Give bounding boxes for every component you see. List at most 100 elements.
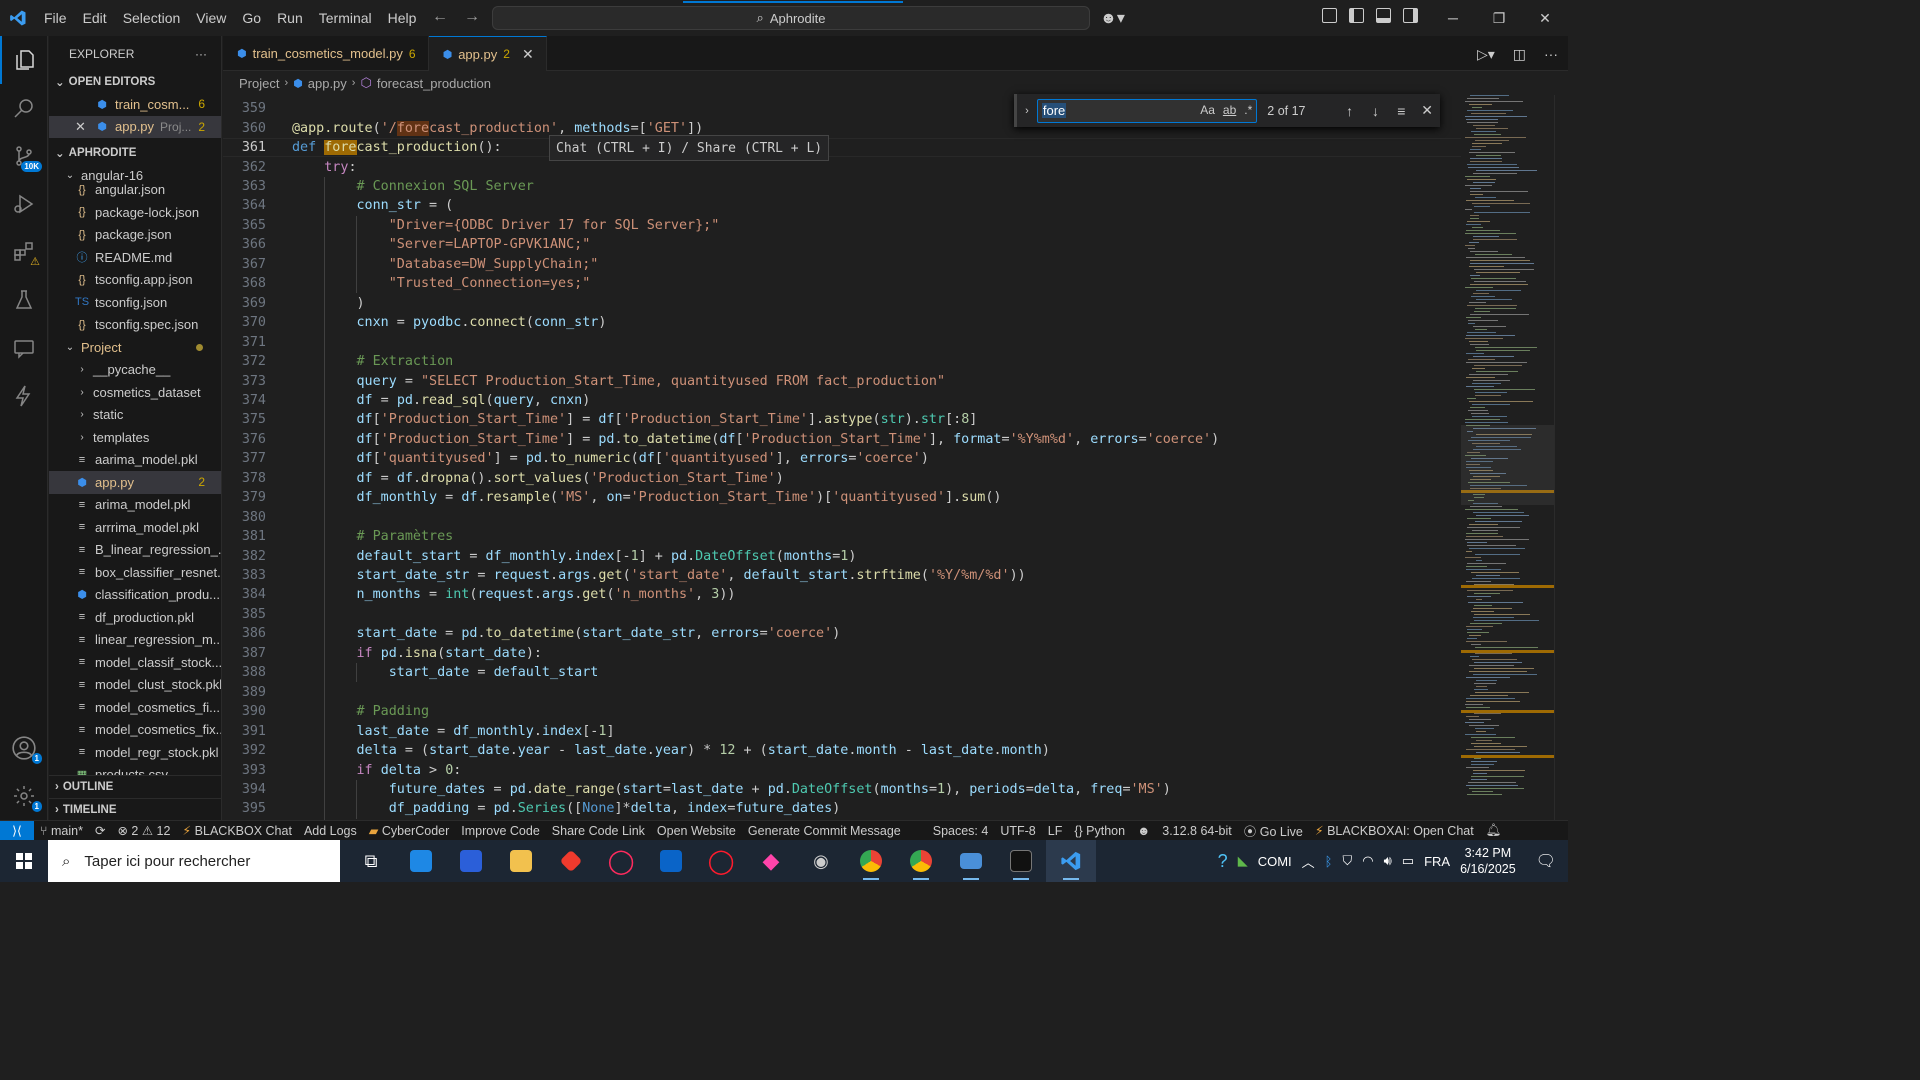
code-line[interactable]: 392 delta = (start_date.year - last_date… xyxy=(223,741,1461,760)
code-line[interactable]: 394 future_dates = pd.date_range(start=l… xyxy=(223,780,1461,799)
security-shield-icon[interactable]: ⛉ xyxy=(1342,853,1352,869)
more-actions-icon[interactable]: ··· xyxy=(195,47,207,61)
file-item[interactable]: ≡ arrrima_model.pkl xyxy=(49,516,221,539)
close-window-icon[interactable]: ✕ xyxy=(1522,0,1568,36)
command-center[interactable]: ⌕ Aphrodite xyxy=(492,1,1090,30)
code-line[interactable]: 369 ) xyxy=(223,294,1461,313)
improve-code-button[interactable]: Improve Code xyxy=(455,824,546,838)
code-editor[interactable]: 359 360 @app.route('/forecast_production',… xyxy=(223,95,1461,820)
source-control-icon[interactable]: 10K xyxy=(0,132,48,180)
run-file-icon[interactable]: ▷▾ xyxy=(1477,46,1495,63)
eol-indicator[interactable]: LF xyxy=(1042,824,1069,838)
file-item[interactable]: ≡ aarima_model.pkl xyxy=(49,449,221,472)
code-line[interactable]: 370 cnxn = pyodbc.connect(conn_str) xyxy=(223,313,1461,332)
go-live-button[interactable]: ⦿ Go Live xyxy=(1238,821,1309,840)
code-line[interactable]: 378 df = df.dropna().sort_values('Produc… xyxy=(223,469,1461,488)
settings-gear-icon[interactable]: 1 xyxy=(0,772,48,820)
menu-view[interactable]: View xyxy=(188,0,234,36)
generate-commit-message-button[interactable]: Generate Commit Message xyxy=(742,824,907,838)
code-line[interactable]: 374 df = pd.read_sql(query, cnxn) xyxy=(223,391,1461,410)
copilot-icon[interactable]: ☻▾ xyxy=(1100,8,1125,28)
customize-layout-icon[interactable] xyxy=(1322,8,1337,23)
menu-file[interactable]: File xyxy=(36,0,75,36)
code-line[interactable]: 366 "Server=LAPTOP-GPVK1ANC;" xyxy=(223,235,1461,254)
opera-icon[interactable]: ◯ xyxy=(696,840,746,882)
workspace-section[interactable]: ⌄ APHRODITE xyxy=(49,142,221,164)
file-item[interactable]: {} package-lock.json xyxy=(49,201,221,224)
code-line[interactable]: 368 "Trusted_Connection=yes;" xyxy=(223,274,1461,293)
taskbar-search[interactable]: ⌕ Taper ici pour rechercher xyxy=(48,840,340,882)
keyboard-language[interactable]: FRA xyxy=(1424,854,1450,869)
testing-icon[interactable] xyxy=(0,276,48,324)
language-mode[interactable]: {} Python xyxy=(1068,824,1131,838)
vertical-scrollbar[interactable] xyxy=(1554,95,1568,820)
toggle-panel-icon[interactable] xyxy=(1376,8,1391,23)
minimize-icon[interactable]: ─ xyxy=(1430,0,1476,36)
code-line[interactable]: 367 "Database=DW_SupplyChain;" xyxy=(223,255,1461,274)
code-line[interactable]: 371 xyxy=(223,332,1461,351)
code-line[interactable]: 393 if delta > 0: xyxy=(223,760,1461,779)
restore-icon[interactable]: ❐ xyxy=(1476,0,1522,36)
menu-edit[interactable]: Edit xyxy=(75,0,115,36)
help-icon[interactable]: ? xyxy=(1218,851,1228,872)
bluetooth-icon[interactable]: ᛒ xyxy=(1325,854,1333,869)
run-debug-icon[interactable] xyxy=(0,180,48,228)
breadcrumb-item[interactable]: app.py xyxy=(308,76,347,91)
problems-indicator[interactable]: ⊗ 2 ⚠ 12 xyxy=(111,823,176,838)
blackboxai-open-chat[interactable]: ⚡ BLACKBOXAI: Open Chat xyxy=(1309,823,1480,838)
anydesk-icon[interactable] xyxy=(546,840,596,882)
start-button[interactable] xyxy=(0,840,48,882)
file-item[interactable]: {} tsconfig.app.json xyxy=(49,269,221,292)
next-match-icon[interactable]: ↓ xyxy=(1363,103,1389,119)
file-item[interactable]: ≡ arima_model.pkl xyxy=(49,494,221,517)
menu-terminal[interactable]: Terminal xyxy=(311,0,380,36)
file-item[interactable]: ≡ box_classifier_resnet... xyxy=(49,561,221,584)
notification-center-icon[interactable]: 🗨︎ xyxy=(1536,851,1556,871)
code-line[interactable]: 389 xyxy=(223,683,1461,702)
file-item[interactable]: ≡ model_cosmetics_fix... xyxy=(49,719,221,742)
code-line[interactable]: 386 start_date = pd.to_datetime(start_da… xyxy=(223,624,1461,643)
toggle-primary-sidebar-icon[interactable] xyxy=(1349,8,1364,23)
code-line[interactable]: 387 if pd.isna(start_date): xyxy=(223,644,1461,663)
accounts-icon[interactable]: 1 xyxy=(0,724,48,772)
open-website-button[interactable]: Open Website xyxy=(651,824,742,838)
code-line[interactable]: 380 xyxy=(223,507,1461,526)
folder-item[interactable]: › templates xyxy=(49,426,221,449)
tab-app-py[interactable]: ⬢ app.py 2 ✕ xyxy=(428,36,547,71)
sync-icon[interactable]: ⟳ xyxy=(89,823,111,838)
file-item[interactable]: ≡ model_classif_stock.... xyxy=(49,651,221,674)
extensions-icon[interactable]: ⚠ xyxy=(0,228,48,276)
minimap-viewport[interactable] xyxy=(1461,425,1554,505)
breadcrumb-item[interactable]: Project xyxy=(239,76,279,91)
file-item[interactable]: {} angular.json xyxy=(49,179,221,202)
match-whole-word-toggle[interactable]: ab xyxy=(1223,103,1236,117)
code-line[interactable]: 364 conn_str = ( xyxy=(223,196,1461,215)
tab-train-cosmetics-model[interactable]: ⬢ train_cosmetics_model.py 6 xyxy=(223,36,429,71)
close-icon[interactable]: ✕ xyxy=(75,119,95,135)
remote-indicator-icon[interactable]: ⟩⟨ xyxy=(0,820,34,841)
camera-icon[interactable]: ◉ xyxy=(796,840,846,882)
folder-item[interactable]: › static xyxy=(49,404,221,427)
code-line[interactable]: 362 try: xyxy=(223,157,1461,176)
file-item[interactable]: ⬢ classification_produ... xyxy=(49,584,221,607)
chrome-profile-icon[interactable] xyxy=(896,840,946,882)
indentation-indicator[interactable]: Spaces: 4 xyxy=(927,824,995,838)
blackbox-chat-button[interactable]: ⚡ BLACKBOX Chat xyxy=(176,823,298,838)
close-find-icon[interactable]: ✕ xyxy=(1414,102,1440,119)
outline-section[interactable]: › OUTLINE xyxy=(49,776,221,798)
share-code-link-button[interactable]: Share Code Link xyxy=(546,824,651,838)
file-explorer-icon[interactable] xyxy=(496,840,546,882)
clock[interactable]: 3:42 PM 6/16/2025 xyxy=(1460,845,1516,877)
code-line[interactable]: 381 # Paramètres xyxy=(223,527,1461,546)
file-item[interactable]: ≡ linear_regression_m... xyxy=(49,629,221,652)
folder-project[interactable]: ⌄ Project xyxy=(49,336,221,359)
timeline-section[interactable]: › TIMELINE xyxy=(49,798,221,820)
terminal-icon[interactable] xyxy=(996,840,1046,882)
encoding-indicator[interactable]: UTF-8 xyxy=(994,824,1041,838)
find-input[interactable]: fore Aa ab .* xyxy=(1036,98,1258,123)
close-tab-icon[interactable]: ✕ xyxy=(522,46,534,63)
open-editors-section[interactable]: ⌄ OPEN EDITORS xyxy=(49,71,221,93)
breadcrumb-item[interactable]: forecast_production xyxy=(377,76,491,91)
branch-indicator[interactable]: ⑂ main* xyxy=(34,824,89,838)
file-item[interactable]: {} tsconfig.spec.json xyxy=(49,314,221,337)
